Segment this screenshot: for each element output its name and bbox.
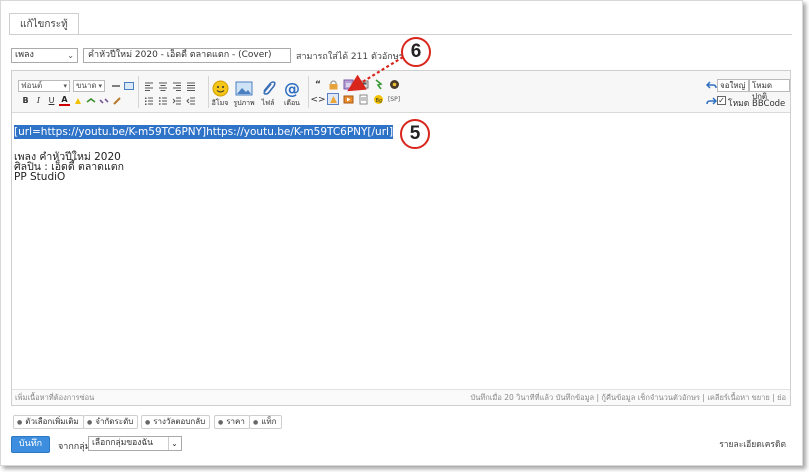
fullscreen-button[interactable]: จอใหญ่: [717, 79, 749, 92]
at-sign-icon: @: [284, 78, 300, 98]
edit-thread-panel: แก้ไขกระทู้ เพลง ⌄ คำหัวปีใหม่ 2020 - เอ…: [0, 0, 803, 466]
tab-divider: [9, 34, 792, 35]
bullet-icon: ●: [17, 419, 23, 426]
size-select[interactable]: ขนาด ▾: [73, 80, 105, 92]
option-more-options[interactable]: ● ตัวเลือกเพิ่มเติม: [13, 415, 84, 429]
redo-icon[interactable]: [705, 95, 717, 107]
mention-label: เตือน: [284, 99, 300, 107]
table-icon[interactable]: [123, 80, 134, 91]
option-tags[interactable]: ● แท็ก: [249, 415, 282, 429]
credits-link[interactable]: รายละเอียดเครดิต: [719, 437, 786, 451]
normal-mode-button[interactable]: โหมดปกติ: [749, 79, 790, 101]
hidden-content-link[interactable]: เพิ่มเนื้อหาที่ต้องการซ่อน: [15, 390, 94, 405]
callout-5: 5: [400, 119, 430, 149]
highlight-icon[interactable]: [72, 95, 83, 106]
group-select[interactable]: เลือกกลุ่มของฉัน ⌄: [88, 436, 182, 451]
italic-button[interactable]: I: [33, 95, 44, 106]
underline-button[interactable]: U: [46, 95, 57, 106]
align-justify-icon[interactable]: [185, 80, 196, 91]
quote-button[interactable]: “: [312, 79, 324, 91]
chip-label: แท็ก: [261, 417, 277, 426]
bullet-icon: ●: [253, 419, 259, 426]
text-color-button[interactable]: A: [59, 95, 70, 106]
indent-icon[interactable]: [171, 95, 182, 106]
chevron-down-icon: ⌄: [168, 437, 180, 450]
picture-icon: [235, 79, 253, 97]
bbcode-checkbox[interactable]: ✓: [717, 96, 726, 105]
chip-label: ราคา: [226, 417, 245, 426]
option-reply-reward[interactable]: ● รางวัลตอบกลับ: [141, 415, 211, 429]
chip-label: จำกัดระดับ: [95, 417, 134, 426]
smiley-icon: [211, 79, 229, 97]
title-input[interactable]: คำหัวปีใหม่ 2020 - เอ็ดดี้ ตลาดแตก - (Co…: [83, 48, 291, 63]
editor-content[interactable]: [url=https://youtu.be/K-m59TC6PNY]https:…: [14, 125, 394, 183]
chip-label: รางวัลตอบกลับ: [153, 417, 206, 426]
selected-text: [url=https://youtu.be/K-m59TC6PNY]https:…: [14, 125, 394, 139]
submit-button[interactable]: บันทึก: [11, 436, 50, 453]
bullet-icon: ●: [218, 419, 224, 426]
callout-6: 6: [401, 37, 431, 67]
font-select[interactable]: ฟอนต์ ▾: [18, 80, 70, 92]
editor-status-bar: เพิ่มเนื้อหาที่ต้องการซ่อน บันทึกเมื่อ 2…: [12, 389, 790, 405]
undo-icon[interactable]: [705, 79, 717, 91]
bold-button[interactable]: B: [20, 95, 31, 106]
unlink-icon[interactable]: [98, 95, 109, 106]
chevron-down-icon: ⌄: [67, 51, 74, 60]
bullet-icon: ●: [145, 419, 151, 426]
clear-format-icon[interactable]: [111, 95, 122, 106]
toolbar-separator: [138, 76, 139, 108]
unordered-list-icon[interactable]: [157, 95, 168, 106]
option-price[interactable]: ● ราคา: [214, 415, 250, 429]
align-center-icon[interactable]: [157, 80, 168, 91]
outdent-icon[interactable]: [185, 95, 196, 106]
ordered-list-icon[interactable]: [143, 95, 154, 106]
selected-url-line: [url=https://youtu.be/K-m59TC6PNY]https:…: [14, 125, 394, 139]
paperclip-icon: [259, 79, 277, 97]
prefix-select-value: เพลง: [15, 50, 34, 60]
status-right-links[interactable]: บันทึกเมื่อ 20 วินาทีที่แล้ว บันทึกข้อมู…: [470, 390, 786, 405]
bbcode-label: โหมด BBCode: [728, 99, 786, 109]
align-right-icon[interactable]: [171, 80, 182, 91]
prefix-select[interactable]: เพลง ⌄: [11, 48, 78, 63]
content-line: PP StudiO: [14, 171, 66, 183]
code-button[interactable]: <>: [310, 94, 325, 106]
horizontal-rule-icon[interactable]: [110, 80, 121, 91]
bullet-icon: ●: [87, 419, 93, 426]
editor: ฟอนต์ ▾ ขนาด ▾ B I U A อีโมจ รูปภาพ ไฟล์…: [11, 70, 791, 406]
content-line: ศิลปิน : เอ็ดดี้ ตลาดแตก: [14, 161, 124, 173]
toolbar-separator: [308, 76, 309, 108]
option-restrict-level[interactable]: ● จำกัดระดับ: [83, 415, 139, 429]
font-select-label: ฟอนต์: [21, 81, 43, 90]
size-select-label: ขนาด: [76, 81, 97, 90]
tab-edit-thread[interactable]: แก้ไขกระทู้: [9, 13, 79, 35]
chevron-down-icon: ▾: [98, 82, 102, 90]
align-left-icon[interactable]: [143, 80, 154, 91]
group-select-value: เลือกกลุ่มของฉัน: [92, 438, 153, 448]
chip-label: ตัวเลือกเพิ่มเติม: [25, 417, 79, 426]
link-icon[interactable]: [85, 95, 96, 106]
chevron-down-icon: ▾: [63, 82, 67, 90]
mention-button[interactable]: @ เตือน: [281, 79, 303, 109]
